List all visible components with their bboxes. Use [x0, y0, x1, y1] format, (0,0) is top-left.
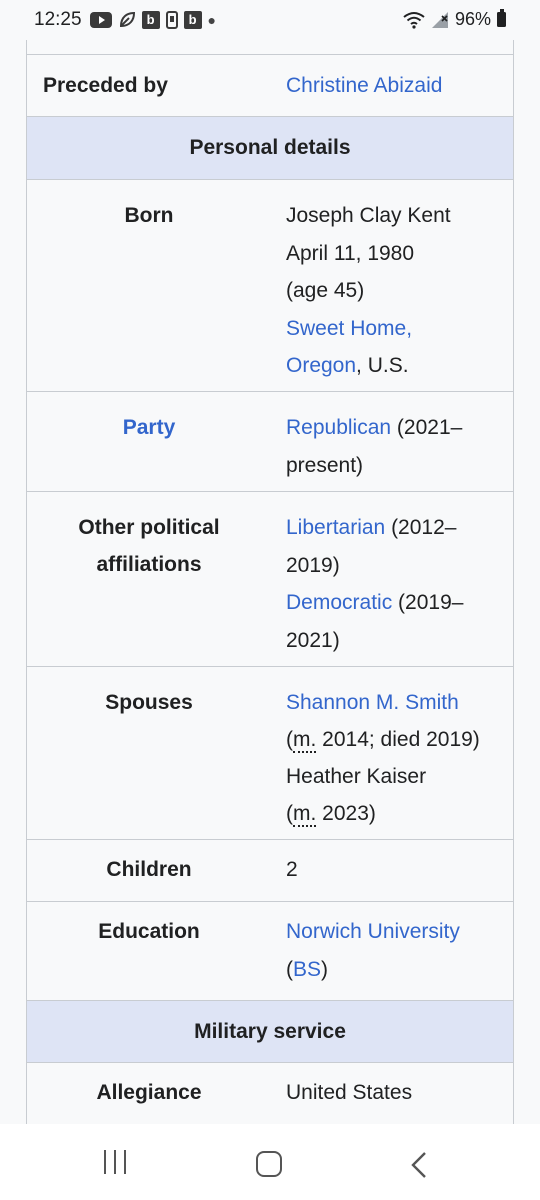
back-chevron-icon — [411, 1152, 426, 1178]
spouse-1-detail: 2014; died 2019) — [316, 728, 480, 751]
link-republican[interactable]: Republican — [286, 416, 391, 439]
b-app-icon-2: b — [183, 11, 202, 29]
row-allegiance: Allegiance United States — [27, 1062, 513, 1132]
link-libertarian[interactable]: Libertarian — [286, 516, 385, 539]
born-name: Joseph Clay Kent — [286, 204, 451, 227]
party-years-end: present) — [286, 453, 364, 477]
label-education: Education — [98, 920, 200, 943]
label-party: Party — [27, 392, 271, 491]
abbr-married-1[interactable]: m. — [293, 728, 317, 753]
b-app-icon: b — [141, 11, 160, 29]
link-norwich-university[interactable]: Norwich University — [286, 920, 460, 943]
spouse-2-detail: 2023) — [316, 802, 376, 825]
status-time: 12:25 — [34, 9, 82, 30]
wifi-icon — [403, 11, 425, 29]
value-other-affiliations: Libertarian (2012– 2019) Democratic (201… — [271, 492, 513, 666]
democratic-years-start: (2019– — [392, 591, 464, 614]
libertarian-years-end: 2019) — [286, 553, 340, 577]
back-button[interactable] — [411, 1152, 427, 1178]
value-education: Norwich University (BS) — [271, 902, 513, 1000]
spouse-1-paren: ( — [286, 728, 293, 751]
signal-icon — [431, 11, 448, 28]
degree-paren-open: ( — [286, 957, 293, 981]
value-party: Republican (2021– present) — [271, 392, 513, 491]
row-spouses: Spouses Shannon M. Smith (m. 2014; died … — [27, 666, 513, 839]
born-date: April 11, 1980 — [286, 241, 415, 265]
system-nav-bar — [0, 1124, 540, 1200]
degree-paren-close: ) — [321, 957, 329, 981]
value-allegiance: United States — [286, 1081, 413, 1104]
value-preceded-by: Christine Abizaid — [271, 55, 513, 116]
label-spouses: Spouses — [105, 691, 193, 714]
link-democratic[interactable]: Democratic — [286, 591, 392, 614]
label-other-affiliations: Other political affiliations — [27, 492, 271, 666]
infobox-top-remnant — [27, 40, 513, 54]
status-bar: 12:25 b b ● 96% — [0, 0, 540, 40]
phone-icon — [165, 11, 178, 29]
infobox: Preceded by Christine Abizaid Personal d… — [26, 40, 514, 1132]
abbr-married-2[interactable]: m. — [293, 802, 317, 827]
label-other-political: Other political — [78, 516, 220, 539]
row-other-affiliations: Other political affiliations Libertarian… — [27, 491, 513, 666]
system-icons: 96% — [403, 9, 506, 30]
spouse-2-paren: ( — [286, 802, 293, 825]
value-born: Joseph Clay Kent April 11, 1980 (age 45)… — [271, 180, 513, 391]
section-personal-details: Personal details — [27, 116, 513, 179]
label-allegiance: Allegiance — [96, 1081, 202, 1104]
born-country: , U.S. — [356, 354, 409, 377]
link-party[interactable]: Party — [123, 416, 176, 439]
democratic-years-end: 2021) — [286, 628, 340, 652]
link-oregon[interactable]: Oregon — [286, 354, 356, 377]
more-notifications-dot: ● — [207, 12, 217, 28]
value-children: 2 — [286, 858, 298, 881]
libertarian-years-start: (2012– — [385, 516, 457, 539]
link-shannon-m-smith[interactable]: Shannon M. Smith — [286, 691, 459, 714]
link-christine-abizaid[interactable]: Christine Abizaid — [286, 74, 442, 97]
battery-percent: 96% — [454, 9, 491, 29]
leaf-icon — [119, 11, 135, 28]
row-children: Children 2 — [27, 839, 513, 901]
youtube-icon — [89, 12, 112, 28]
row-party: Party Republican (2021– present) — [27, 391, 513, 491]
label-affiliations: affiliations — [96, 553, 202, 576]
spouse-2-name: Heather Kaiser — [286, 765, 427, 788]
link-sweet-home[interactable]: Sweet Home, — [286, 317, 412, 340]
value-spouses: Shannon M. Smith (m. 2014; died 2019) He… — [271, 667, 513, 839]
row-born: Born Joseph Clay Kent April 11, 1980 (ag… — [27, 179, 513, 391]
label-preceded-by: Preceded by — [43, 74, 168, 97]
label-children: Children — [106, 858, 192, 881]
row-education: Education Norwich University (BS) — [27, 901, 513, 1000]
recents-button[interactable] — [104, 1150, 126, 1174]
row-preceded-by: Preceded by Christine Abizaid — [27, 54, 513, 116]
born-age: (age 45) — [286, 279, 365, 302]
party-years-start: (2021– — [391, 416, 463, 439]
section-military-service: Military service — [27, 1000, 513, 1062]
battery-icon — [497, 9, 506, 27]
home-button[interactable] — [256, 1151, 282, 1177]
notification-icons: b b ● — [89, 11, 217, 29]
label-born: Born — [124, 204, 174, 227]
link-bs[interactable]: BS — [293, 958, 321, 981]
